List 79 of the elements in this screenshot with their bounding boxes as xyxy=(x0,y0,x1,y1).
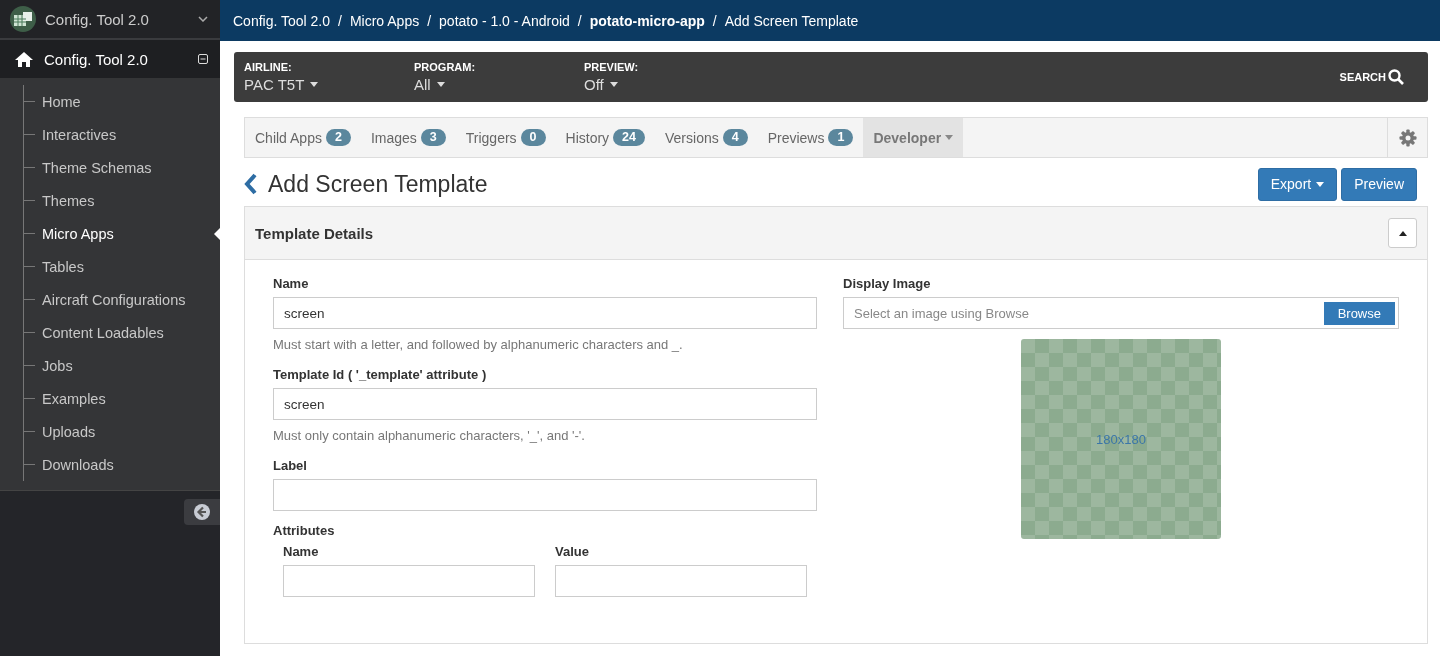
app-logo-icon xyxy=(10,6,36,32)
field-label: Label xyxy=(273,458,308,473)
selection-pointer-icon xyxy=(214,227,220,240)
sidebar-item[interactable]: Uploads xyxy=(42,423,96,440)
caret-icon xyxy=(945,135,954,140)
filter-dropdown[interactable]: All xyxy=(414,76,584,93)
tab[interactable]: Versions 4 xyxy=(655,118,758,157)
count-badge: 4 xyxy=(722,129,748,146)
breadcrumb-link[interactable]: potato-micro-app xyxy=(589,12,705,29)
text-field[interactable] xyxy=(273,479,817,511)
tab[interactable]: Triggers 0 xyxy=(455,118,556,157)
filter-label: AIRLINE: xyxy=(244,61,293,73)
filter-label: PREVIEW: xyxy=(584,61,640,73)
page-title: Add Screen Template xyxy=(268,170,488,198)
breadcrumb-separator: / xyxy=(338,12,342,29)
sidebar-item[interactable]: Downloads xyxy=(42,456,114,473)
filter-dropdown[interactable]: Off xyxy=(584,76,754,93)
browse-button[interactable]: Browse xyxy=(1323,301,1395,325)
chevron-down-icon xyxy=(198,16,208,22)
tab[interactable]: Images 3 xyxy=(360,118,456,157)
arrow-left-circle-icon xyxy=(193,503,211,521)
tab[interactable]: History 24 xyxy=(555,118,655,157)
sidebar-item[interactable]: Tables xyxy=(42,258,84,275)
help-text: Must only contain alphanumeric characters, '_', and '-'. xyxy=(273,428,586,443)
home-icon xyxy=(14,51,34,67)
column-label: Name xyxy=(283,544,320,559)
sidebar-item[interactable]: Examples xyxy=(42,390,106,407)
sidebar-item[interactable]: Jobs xyxy=(42,357,73,374)
caret-icon xyxy=(1316,181,1325,187)
filter-label: PROGRAM: xyxy=(414,61,477,73)
toolbar-button[interactable]: Export xyxy=(1257,167,1338,201)
section-label: Attributes xyxy=(273,523,336,538)
panel-title: Template Details xyxy=(255,224,374,242)
sidebar-item[interactable]: Home xyxy=(42,93,81,110)
field-label: Name xyxy=(273,276,310,291)
breadcrumb-link[interactable]: potato - 1.0 - Android xyxy=(439,12,570,29)
caret-icon xyxy=(609,82,618,87)
app-title: Config. Tool 2.0 xyxy=(45,10,150,28)
count-badge: 3 xyxy=(420,129,446,146)
breadcrumb-link[interactable]: Add Screen Template xyxy=(724,12,859,29)
image-size-text: 180x180 xyxy=(1096,431,1146,447)
collapse-sidebar-button[interactable] xyxy=(184,499,220,525)
caret-icon xyxy=(310,82,319,87)
text-field[interactable] xyxy=(283,565,535,597)
gear-icon xyxy=(1398,128,1417,147)
text-field[interactable]: screen xyxy=(273,297,817,329)
sidebar-item[interactable]: Theme Schemas xyxy=(42,159,152,176)
file-field[interactable]: Select an image using Browse Browse xyxy=(843,297,1399,329)
search-icon xyxy=(1388,69,1404,85)
column-label: Value xyxy=(555,544,590,559)
sidebar-item[interactable]: Themes xyxy=(42,192,95,209)
breadcrumb-link[interactable]: Config. Tool 2.0 xyxy=(233,12,331,29)
count-badge: 1 xyxy=(828,129,854,146)
count-badge: 0 xyxy=(520,129,546,146)
caret-up-icon xyxy=(1398,230,1407,236)
field-label: Display Image xyxy=(843,276,932,291)
text-field[interactable] xyxy=(555,565,807,597)
tab[interactable]: Previews 1 xyxy=(757,118,864,157)
count-badge: 24 xyxy=(613,129,645,146)
toolbar-button[interactable]: Preview xyxy=(1341,167,1417,201)
help-text: Must start with a letter, and followed by alphanumeric characters and _. xyxy=(273,337,684,352)
field-label: Template Id ( '_template' attribute ) xyxy=(273,367,488,382)
sidebar-root-item[interactable]: Config. Tool 2.0 xyxy=(0,40,220,78)
tab[interactable]: Child Apps 2 xyxy=(245,118,361,157)
caret-icon xyxy=(436,82,445,87)
collapse-toggle-button[interactable] xyxy=(1388,218,1417,248)
breadcrumb-separator: / xyxy=(577,12,582,29)
sidebar-item[interactable]: Content Loadables xyxy=(42,324,164,341)
breadcrumb-separator: / xyxy=(427,12,432,29)
back-chevron-icon[interactable] xyxy=(244,173,258,195)
sidebar-item[interactable]: Aircraft Configurations xyxy=(42,291,186,308)
count-badge: 2 xyxy=(325,129,351,146)
sidebar-item[interactable]: Interactives xyxy=(42,126,117,143)
filter-dropdown[interactable]: PAC T5T xyxy=(244,76,414,93)
sidebar-item[interactable]: Micro Apps xyxy=(42,225,114,242)
breadcrumb-link[interactable]: Micro Apps xyxy=(349,12,420,29)
breadcrumb-separator: / xyxy=(712,12,717,29)
search-button[interactable]: SEARCH xyxy=(1339,69,1404,85)
text-field[interactable]: screen xyxy=(273,388,817,420)
